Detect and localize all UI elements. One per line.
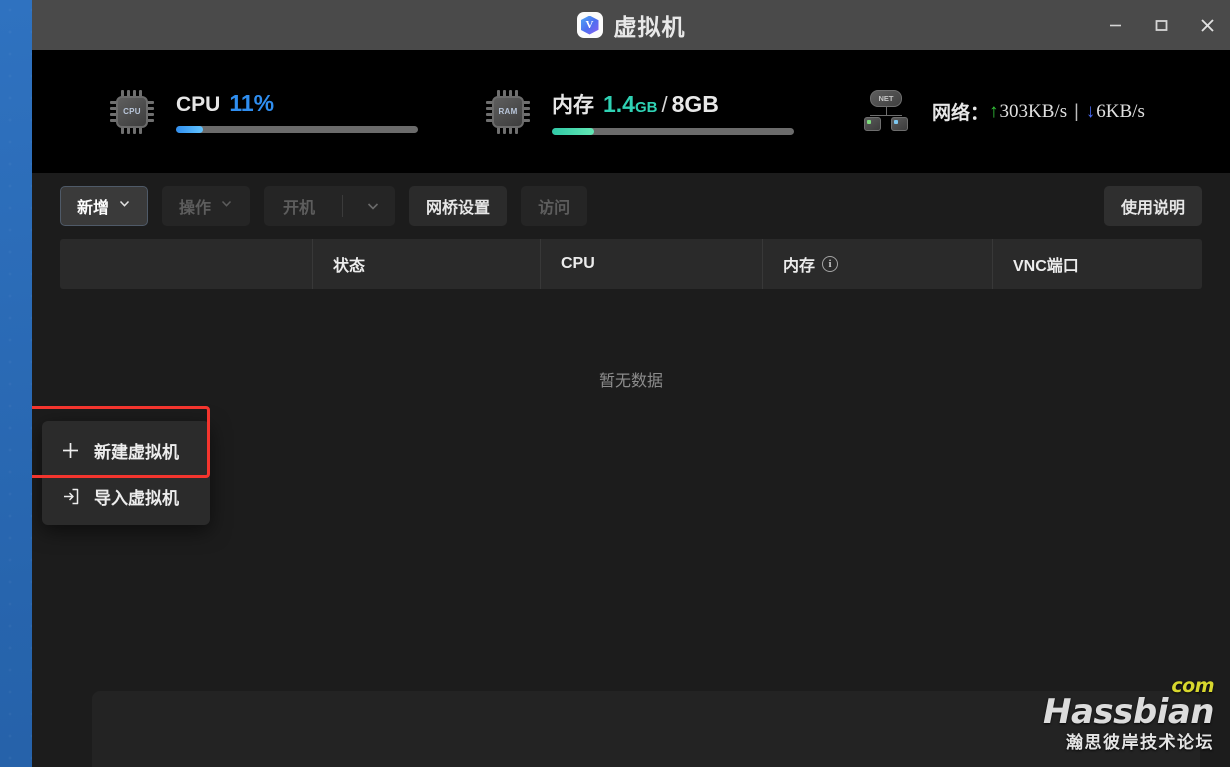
main-content: 新增 操作 开机 网桥设置 访问 使用说明 状态 CPU 内存 i VNC端口 … [32,173,1230,767]
power-on-divider [342,195,344,217]
cpu-progress-fill [176,126,203,133]
power-on-button[interactable]: 开机 [264,186,396,226]
network-icon: NET [862,89,910,134]
network-node-label: NET [870,89,902,107]
cpu-stat-block: CPU CPU 11% [110,89,418,134]
vm-table: 状态 CPU 内存 i VNC端口 暂无数据 [60,239,1202,469]
column-header-vnc-port[interactable]: VNC端口 [992,239,1202,289]
access-button-label: 访问 [538,200,571,217]
toolbar: 新增 操作 开机 网桥设置 访问 使用说明 [32,173,1230,239]
download-speed-value: 6KB/s [1096,100,1145,122]
download-arrow-icon: ↓ [1085,100,1096,122]
menu-item-import-vm-label: 导入虚拟机 [94,488,179,508]
table-header-row: 状态 CPU 内存 i VNC端口 [60,239,1202,289]
operate-button-label: 操作 [179,200,212,217]
network-host-right-icon [891,116,908,131]
menu-item-new-vm[interactable]: 新建虚拟机 [32,406,210,478]
column-header-status[interactable]: 状态 [312,239,540,289]
add-button[interactable]: 新增 [60,186,149,226]
access-button[interactable]: 访问 [521,186,588,226]
network-host-left-icon [864,116,881,131]
minimize-button[interactable] [1092,0,1138,50]
column-label-status: 状态 [333,258,366,275]
cpu-value: 11% [229,90,275,116]
memory-progress-fill [552,127,595,135]
upload-arrow-icon: ↑ [989,100,999,122]
cpu-chip-icon: CPU [110,89,154,134]
memory-stat-block: RAM 内存 1.4 GB / 8 GB [486,89,794,135]
memory-progress-track [552,127,794,135]
lower-panel: 点击 “新增” 创建虚拟机 [92,691,1200,767]
app-logo-letter: V [580,15,599,35]
memory-total-value: 8 [671,90,685,117]
network-stat-block: NET 网络： ↑ 303KB/s | ↓ 6KB/s [862,89,1145,134]
maximize-button[interactable] [1138,0,1184,50]
column-header-cpu[interactable]: CPU [540,239,762,289]
cpu-stat-line: CPU 11% [176,90,418,117]
chevron-down-icon [118,197,131,215]
memory-separator: / [661,91,668,117]
add-dropdown-menu: 新建虚拟机 导入虚拟机 [32,406,210,525]
empty-state-text: 暂无数据 [598,373,663,390]
cpu-label: CPU [176,93,221,116]
network-stat-line: 网络： ↑ 303KB/s | ↓ 6KB/s [932,98,1145,125]
cpu-stat-body: CPU 11% [176,90,418,133]
menu-item-import-vm[interactable]: 导入虚拟机 [42,473,210,519]
window-title: 虚拟机 [613,14,686,40]
cpu-progress-track [176,126,418,133]
plus-icon [60,441,80,460]
memory-used-value: 1.4 [603,90,635,117]
application-window: V 虚拟机 CPU CPU 11% RAM 内存 1.4 GB / 8 GB N… [32,0,1230,767]
app-logo-icon: V [576,12,603,38]
close-button[interactable] [1184,0,1230,50]
memory-used-unit: GB [634,98,658,116]
memory-stat-line: 内存 1.4 GB / 8 GB [552,89,794,119]
bridge-settings-button[interactable]: 网桥设置 [409,186,508,226]
title-center-group: V 虚拟机 [32,8,1230,42]
memory-label: 内存 [552,93,594,117]
import-icon [60,487,80,506]
column-label-memory: 内存 [783,258,816,275]
network-separator: | [1074,101,1079,121]
add-button-label: 新增 [77,200,110,217]
info-icon[interactable]: i [822,256,839,272]
ram-chip-label: RAM [492,95,524,128]
title-bar[interactable]: V 虚拟机 [32,0,1230,50]
upload-speed-value: 303KB/s [999,100,1068,122]
help-button[interactable]: 使用说明 [1103,186,1202,226]
operate-button[interactable]: 操作 [162,186,251,226]
help-button-label: 使用说明 [1120,200,1185,217]
memory-stat-body: 内存 1.4 GB / 8 GB [552,89,794,135]
column-header-select [60,239,312,289]
window-controls [1092,0,1230,50]
bridge-settings-label: 网桥设置 [426,200,491,217]
memory-total-unit: GB [684,90,719,117]
ram-chip-icon: RAM [486,89,530,134]
network-label: 网络： [932,103,990,124]
cpu-chip-label: CPU [116,95,148,128]
chevron-down-icon [220,197,233,215]
menu-item-new-vm-label: 新建虚拟机 [94,442,179,462]
column-label-vnc-port: VNC端口 [1013,258,1079,275]
power-on-label: 开机 [283,200,316,217]
chevron-down-icon[interactable] [352,186,394,226]
system-stats-bar: CPU CPU 11% RAM 内存 1.4 GB / 8 GB NET 网络：… [32,50,1230,173]
column-header-memory[interactable]: 内存 i [762,239,992,289]
empty-state: 暂无数据 [60,289,1202,469]
column-label-cpu: CPU [561,255,595,272]
